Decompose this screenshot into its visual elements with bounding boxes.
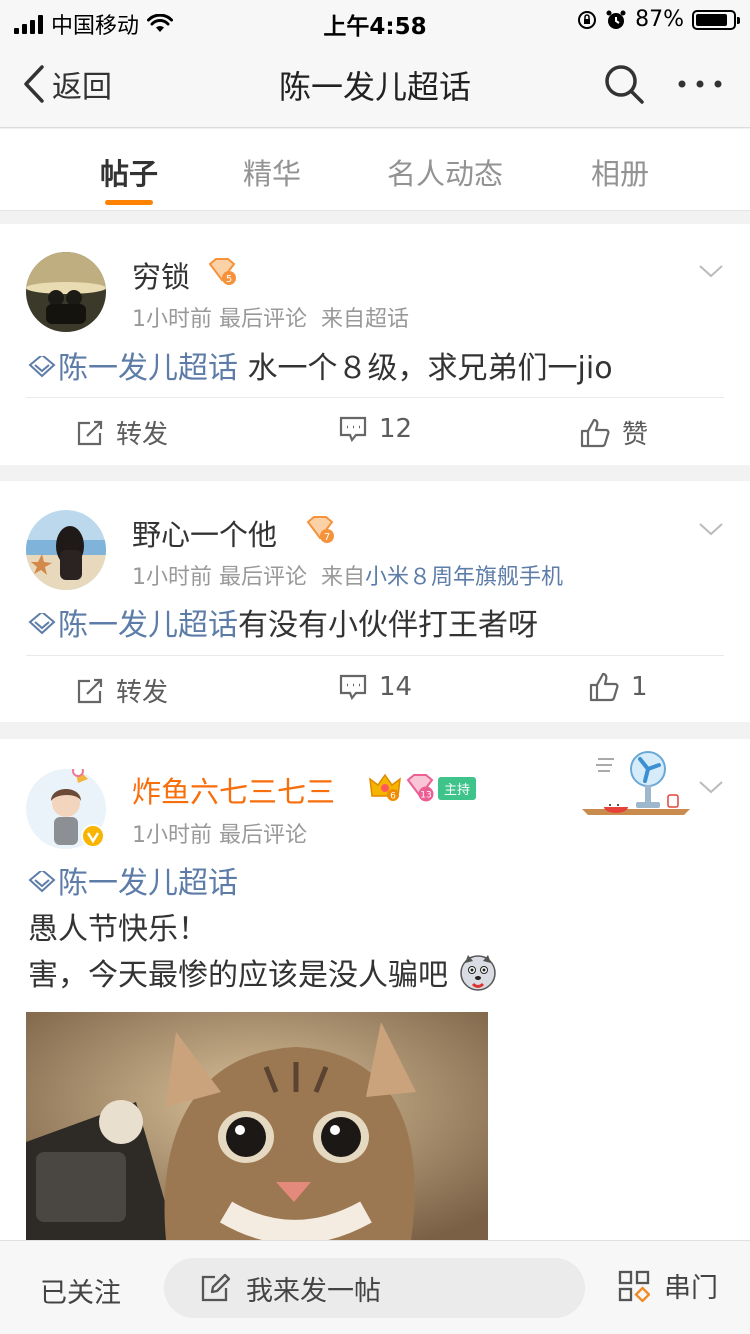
thumbs-up-icon (589, 672, 619, 702)
super-topic-icon (28, 613, 56, 635)
post-image[interactable] (26, 1012, 488, 1240)
username[interactable]: 炸鱼六七三七三 (132, 769, 335, 811)
post-time: 1小时前 最后评论 (132, 307, 307, 332)
host-badge: 主持 (438, 777, 477, 800)
battery-fill (696, 13, 728, 26)
post-meta: 1小时前 最后评论 (132, 817, 307, 849)
username[interactable]: 野心一个他 (132, 512, 277, 554)
like-count: 赞 (622, 420, 649, 450)
post-time: 1小时前 最后评论 (132, 823, 307, 848)
more-icon[interactable] (676, 62, 724, 106)
thumbs-up-icon (580, 418, 610, 447)
level-badge-icon: 7 (306, 516, 334, 543)
visit-button[interactable]: 串门 (618, 1266, 718, 1305)
crown-level: 6 (390, 792, 396, 802)
husky-emoji-icon (459, 955, 496, 991)
tab-posts[interactable]: 帖子 (100, 151, 158, 193)
like-button[interactable]: 1 (589, 672, 648, 702)
topic-link[interactable]: 陈一发儿超话 (58, 351, 238, 386)
chevron-down-icon[interactable] (698, 516, 724, 542)
level-number: 13 (420, 791, 431, 801)
post-body-line1: 愚人节快乐！ (28, 912, 208, 947)
comment-icon (339, 416, 367, 443)
status-right: 87% (577, 7, 740, 32)
like-button[interactable]: 赞 (580, 414, 648, 451)
post-meta: 1小时前 最后评论 来自小米８周年旗舰手机 (132, 559, 563, 591)
post-source-prefix: 来自 (321, 565, 366, 590)
comment-count: 12 (379, 414, 413, 444)
post-card[interactable]: 野心一个他 7 1小时前 最后评论 来自小米８周年旗舰手机 陈一发儿超话有没有小… (0, 481, 750, 722)
post-body: 水一个８级，求兄弟们一jio (238, 351, 613, 386)
username[interactable]: 穷锁 (132, 254, 190, 296)
level-badge-icon: 13 (406, 774, 434, 802)
post-body-line2: 害，今天最惨的应该是没人骗吧 (28, 953, 498, 999)
compose-post-button[interactable]: 我来发一帖 (164, 1258, 585, 1318)
repost-button[interactable]: 转发 (76, 672, 168, 709)
rotation-lock-icon (578, 10, 597, 29)
alarm-icon (606, 10, 626, 29)
bottom-bar: 已关注 我来发一帖 串门 (0, 1240, 750, 1334)
battery-percent: 87% (635, 7, 684, 32)
level-number: 7 (324, 532, 330, 543)
post-source: 来自超话 (321, 307, 410, 332)
avatar[interactable] (26, 765, 106, 849)
tab-album[interactable]: 相册 (591, 151, 649, 193)
repost-icon (77, 420, 103, 445)
divider (26, 397, 724, 398)
super-topic-icon (28, 871, 56, 893)
tab-bar: 帖子 精华 名人动态 相册 (0, 129, 750, 211)
topic-link[interactable]: 陈一发儿超话 (58, 866, 238, 901)
post-card[interactable]: 穷锁 5 1小时前 最后评论 来自超话 陈一发儿超话 水一个８级，求兄弟们一ji… (0, 224, 750, 465)
tab-celebrity-updates[interactable]: 名人动态 (387, 151, 503, 193)
visit-label: 串门 (664, 1273, 718, 1304)
navigation-bar: 返回 陈一发儿超话 (0, 40, 750, 128)
post-body: 有没有小伙伴打王者呀 (238, 608, 538, 643)
like-count: 1 (631, 672, 648, 702)
grid-icon (618, 1270, 650, 1302)
super-topic-icon (28, 356, 56, 378)
comment-button[interactable]: 12 (339, 414, 412, 444)
post-time: 1小时前 最后评论 (132, 565, 307, 590)
chevron-down-icon[interactable] (698, 258, 724, 284)
tab-featured[interactable]: 精华 (243, 151, 301, 193)
repost-label: 转发 (116, 420, 169, 450)
fan-decoration-icon (582, 751, 690, 815)
status-bar: 中国移动 上午4:58 87% (0, 0, 750, 40)
battery-icon (692, 9, 740, 30)
followed-button[interactable]: 已关注 (40, 1271, 121, 1310)
post-text: 陈一发儿超话 水一个８级，求兄弟们一jio (28, 346, 613, 392)
compose-post-label: 我来发一帖 (246, 1275, 381, 1307)
repost-label: 转发 (116, 678, 169, 708)
repost-button[interactable]: 转发 (76, 414, 168, 451)
cat-photo (26, 1012, 488, 1240)
divider (26, 655, 724, 656)
repost-icon (77, 678, 103, 703)
comment-button[interactable]: 14 (339, 672, 412, 702)
avatar[interactable] (26, 510, 106, 590)
level-number: 5 (226, 274, 232, 285)
level-badge-icon: 5 (208, 258, 236, 285)
edit-icon (201, 1273, 230, 1302)
crown-badge-icon: 6 (369, 773, 401, 802)
topic-link[interactable]: 陈一发儿超话 (58, 608, 238, 643)
search-icon[interactable] (602, 62, 646, 106)
post-text: 陈一发儿超话有没有小伙伴打王者呀 (28, 603, 538, 649)
post-text: 陈一发儿超话 愚人节快乐！ 害，今天最惨的应该是没人骗吧 (28, 861, 498, 999)
active-tab-indicator (105, 200, 153, 205)
comment-icon (339, 674, 367, 701)
post-body-line2-text: 害，今天最惨的应该是没人骗吧 (28, 958, 448, 993)
comment-count: 14 (379, 672, 413, 702)
post-meta: 1小时前 最后评论 来自超话 (132, 301, 409, 333)
post-source-link[interactable]: 小米８周年旗舰手机 (365, 565, 563, 590)
topic-line: 陈一发儿超话 (28, 861, 498, 907)
post-card[interactable]: 炸鱼六七三七三 6 13 主持 1小时前 最后评论 陈一发儿超话 愚人节快乐！ … (0, 739, 750, 1240)
avatar[interactable] (26, 252, 106, 332)
chevron-down-icon[interactable] (698, 774, 724, 800)
